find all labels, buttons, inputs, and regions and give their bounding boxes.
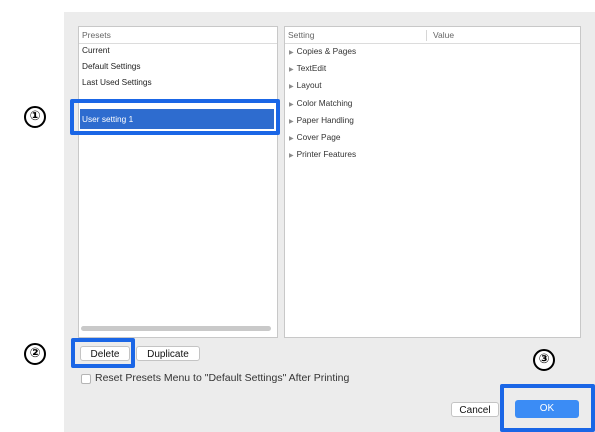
setting-row-label: Copies & Pages (296, 46, 357, 56)
setting-row-layout[interactable]: ▶ Layout (289, 77, 322, 93)
presets-horizontal-scrollbar[interactable] (81, 326, 271, 331)
setting-row-label: Printer Features (296, 149, 357, 159)
setting-row-label: Cover Page (296, 132, 341, 142)
disclosure-triangle-icon[interactable]: ▶ (289, 50, 294, 56)
reset-presets-checkbox-label: Reset Presets Menu to "Default Settings"… (95, 372, 350, 384)
disclosure-triangle-icon[interactable]: ▶ (289, 84, 294, 90)
callout-highlight-delete (71, 338, 135, 368)
preset-item-current[interactable]: Current (82, 43, 110, 57)
callout-number-1: ① (24, 106, 46, 128)
callout-number-3: ③ (533, 349, 555, 371)
setting-row-cover-page[interactable]: ▶ Cover Page (289, 129, 340, 145)
setting-row-textedit[interactable]: ▶ TextEdit (289, 60, 326, 76)
setting-row-label: Paper Handling (296, 115, 354, 125)
callout-highlight-user-setting (70, 99, 280, 135)
presets-list[interactable]: Presets Current Default Settings Last Us… (78, 26, 278, 338)
setting-row-color-matching[interactable]: ▶ Color Matching (289, 95, 352, 111)
preset-item-last-used-settings[interactable]: Last Used Settings (82, 75, 152, 89)
setting-row-printer-features[interactable]: ▶ Printer Features (289, 146, 356, 162)
reset-presets-checkbox[interactable] (81, 374, 91, 384)
duplicate-button[interactable]: Duplicate (136, 346, 200, 361)
setting-row-label: TextEdit (296, 63, 327, 73)
setting-row-label: Color Matching (296, 98, 353, 108)
disclosure-triangle-icon[interactable]: ▶ (289, 153, 294, 159)
callout-number-2: ② (24, 343, 46, 365)
setting-row-paper-handling[interactable]: ▶ Paper Handling (289, 112, 354, 128)
value-column-header: Value (433, 30, 455, 40)
disclosure-triangle-icon[interactable]: ▶ (289, 102, 294, 108)
setting-row-label: Layout (296, 80, 322, 90)
column-divider (426, 30, 427, 41)
presets-column-header: Presets (82, 30, 111, 40)
settings-table: Setting Value ▶ Copies & Pages ▶ TextEdit … (284, 26, 581, 338)
disclosure-triangle-icon[interactable]: ▶ (289, 119, 294, 125)
presets-header-row: Presets (79, 27, 277, 44)
preset-item-default-settings[interactable]: Default Settings (82, 59, 141, 73)
cancel-button[interactable]: Cancel (451, 402, 499, 417)
disclosure-triangle-icon[interactable]: ▶ (289, 67, 294, 73)
setting-column-header: Setting (288, 30, 315, 40)
settings-header-row: Setting Value (285, 27, 580, 44)
setting-row-copies-pages[interactable]: ▶ Copies & Pages (289, 43, 356, 59)
disclosure-triangle-icon[interactable]: ▶ (289, 136, 294, 142)
callout-highlight-ok (500, 384, 595, 432)
